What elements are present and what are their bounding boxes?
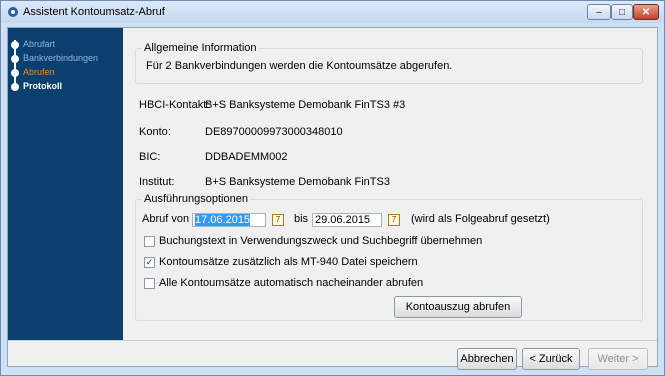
wizard-content: Allgemeine Information Für 2 Bankverbind… [123,28,657,340]
options-legend: Ausführungsoptionen [142,193,250,205]
hbci-value: B+S Banksysteme Demobank FinTS3 #3 [205,99,406,111]
kontoauszug-abrufen-label: Kontoauszug abrufen [405,301,511,313]
hbci-label: HBCI-Kontakt: [139,99,210,111]
step-dot-icon [11,41,19,49]
calendar-icon[interactable]: 7 [272,214,284,226]
maximize-icon: □ [618,6,626,18]
step-protokoll: Protokoll [23,81,63,91]
wizard-steps-sidebar: Abrufart Bankverbindungen Abrufen Protok… [8,28,123,340]
checkbox-automatisch[interactable] [144,278,155,289]
minimize-icon: – [596,6,602,18]
minimize-button[interactable]: – [587,4,611,20]
checkbox-automatisch-label[interactable]: Alle Kontoumsätze automatisch nacheinand… [159,277,423,289]
options-group: Ausführungsoptionen Abruf von 17.06.2015… [135,193,643,321]
close-icon: ✕ [641,6,651,18]
date-to-input[interactable]: 29.06.2015 [312,213,382,227]
cancel-label: Abbrechen [460,353,514,365]
info-text: Für 2 Bankverbindungen werden die Kontou… [146,60,453,72]
title-bar[interactable]: Assistent Kontoumsatz-Abruf – □ ✕ [1,1,664,23]
wizard-window: Assistent Kontoumsatz-Abruf – □ ✕ Abrufa… [0,0,665,376]
window-title: Assistent Kontoumsatz-Abruf [23,6,165,18]
step-bankverbindungen: Bankverbindungen [23,53,99,63]
kontoauszug-abrufen-button[interactable]: Kontoauszug abrufen [394,296,522,318]
folgeabruf-note: (wird als Folgeabruf gesetzt) [411,213,550,225]
institut-value: B+S Banksysteme Demobank FinTS3 [205,176,390,188]
footer-separator [8,340,657,341]
assistant-icon [8,7,18,17]
checkbox-buchungstext-label[interactable]: Buchungstext in Verwendungszweck und Suc… [159,235,482,247]
date-from-value: 17.06.2015 [195,214,251,226]
back-button[interactable]: < Zurück [522,348,580,370]
date-from-input[interactable]: 17.06.2015 [192,213,266,227]
date-to-value: 29.06.2015 [315,214,371,226]
calendar-icon[interactable]: 7 [388,214,400,226]
checkbox-buchungstext[interactable] [144,236,155,247]
info-legend: Allgemeine Information [142,42,259,54]
next-label: Weiter > [597,353,639,365]
step-dot-icon [11,69,19,77]
bic-value: DDBADEMM002 [205,151,288,163]
close-button[interactable]: ✕ [633,4,659,20]
abruf-von-label: Abruf von [142,213,190,225]
konto-value: DE89700009973000348010 [205,126,343,138]
checkbox-mt940[interactable]: ✓ [144,257,155,268]
bis-label: bis [294,213,309,225]
cancel-button[interactable]: Abbrechen [457,348,517,370]
back-label: < Zurück [529,353,573,365]
bic-label: BIC: [139,151,161,163]
step-abrufart: Abrufart [23,39,56,49]
step-dot-icon [11,83,19,91]
step-abrufen: Abrufen [23,67,55,77]
checkmark-icon: ✓ [145,257,154,267]
maximize-button[interactable]: □ [611,4,633,20]
konto-label: Konto: [139,126,171,138]
step-dot-icon [11,55,19,63]
next-button[interactable]: Weiter > [588,348,648,370]
wizard-frame: Abrufart Bankverbindungen Abrufen Protok… [7,27,658,370]
info-group: Allgemeine Information Für 2 Bankverbind… [135,42,643,84]
checkbox-mt940-label[interactable]: Kontoumsätze zusätzlich als MT-940 Datei… [159,256,418,268]
institut-label: Institut: [139,176,175,188]
